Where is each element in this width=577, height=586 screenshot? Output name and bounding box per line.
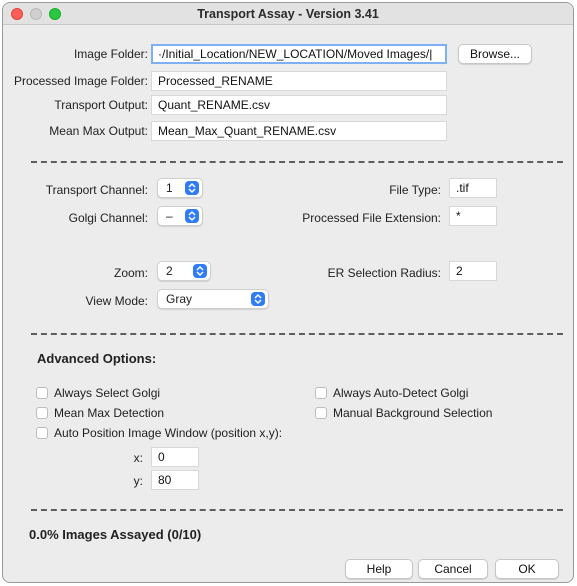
image-folder-input[interactable]: ·/Initial_Location/NEW_LOCATION/Moved Im…	[151, 44, 447, 64]
browse-button[interactable]: Browse...	[458, 44, 532, 64]
golgi-channel-value: –	[166, 209, 173, 223]
chevron-updown-icon	[185, 181, 199, 195]
checkbox-box[interactable]	[36, 387, 48, 399]
zoom-value: 2	[166, 264, 173, 278]
window-title: Transport Assay - Version 3.41	[197, 7, 379, 21]
section-divider	[31, 509, 563, 511]
image-folder-label: Image Folder:	[73, 47, 148, 61]
always-select-golgi-checkbox[interactable]: Always Select Golgi	[36, 386, 236, 402]
mean-max-detection-checkbox[interactable]: Mean Max Detection	[36, 406, 236, 422]
transport-output-input[interactable]: Quant_RENAME.csv	[151, 95, 447, 115]
y-position-label: y:	[133, 474, 143, 488]
y-position-input[interactable]: 80	[151, 470, 199, 490]
checkbox-label: Mean Max Detection	[54, 406, 165, 420]
checkbox-box[interactable]	[315, 407, 327, 419]
er-radius-input[interactable]: 2	[449, 261, 497, 281]
auto-position-checkbox[interactable]: Auto Position Image Window (position x,y…	[36, 426, 336, 442]
checkbox-box[interactable]	[36, 427, 48, 439]
chevron-updown-icon	[251, 292, 265, 306]
view-mode-value: Gray	[166, 292, 193, 306]
progress-status: 0.0% Images Assayed (0/10)	[29, 527, 202, 542]
manual-bg-selection-checkbox[interactable]: Manual Background Selection	[315, 406, 525, 422]
zoom-select[interactable]: 2	[157, 261, 211, 281]
chevron-updown-icon	[193, 264, 207, 278]
chevron-updown-icon	[185, 209, 199, 223]
golgi-channel-label: Golgi Channel:	[68, 211, 148, 225]
view-mode-label: View Mode:	[85, 294, 148, 308]
advanced-options-title: Advanced Options:	[37, 351, 157, 366]
checkbox-label: Manual Background Selection	[333, 406, 493, 420]
view-mode-select[interactable]: Gray	[157, 289, 269, 309]
checkbox-box[interactable]	[315, 387, 327, 399]
meanmax-output-input[interactable]: Mean_Max_Quant_RENAME.csv	[151, 121, 447, 141]
transport-channel-label: Transport Channel:	[45, 183, 148, 197]
processed-ext-label: Processed File Extension:	[302, 211, 441, 225]
golgi-channel-select[interactable]: –	[157, 206, 203, 226]
ok-button[interactable]: OK	[495, 559, 559, 579]
er-radius-label: ER Selection Radius:	[327, 266, 441, 280]
always-autodetect-golgi-checkbox[interactable]: Always Auto-Detect Golgi	[315, 386, 525, 402]
cancel-button[interactable]: Cancel	[418, 559, 488, 579]
zoom-label: Zoom:	[113, 266, 148, 280]
x-position-label: x:	[133, 451, 143, 465]
processed-folder-input[interactable]: Processed_RENAME	[151, 71, 447, 91]
section-divider	[31, 333, 563, 335]
transport-channel-select[interactable]: 1	[157, 178, 203, 198]
help-button[interactable]: Help	[345, 559, 413, 579]
transport-output-label: Transport Output:	[54, 98, 148, 112]
processed-ext-input[interactable]: *	[449, 206, 497, 226]
checkbox-label: Always Select Golgi	[54, 386, 161, 400]
title-bar: Transport Assay - Version 3.41	[3, 3, 573, 25]
file-type-input[interactable]: .tif	[449, 178, 497, 198]
section-divider	[31, 161, 563, 163]
app-window: Transport Assay - Version 3.41 Image Fol…	[2, 2, 574, 583]
checkbox-box[interactable]	[36, 407, 48, 419]
x-position-input[interactable]: 0	[151, 447, 199, 467]
checkbox-label: Auto Position Image Window (position x,y…	[54, 426, 283, 440]
checkbox-label: Always Auto-Detect Golgi	[333, 386, 469, 400]
file-type-label: File Type:	[389, 183, 441, 197]
processed-folder-label: Processed Image Folder:	[13, 74, 148, 88]
meanmax-output-label: Mean Max Output:	[49, 124, 148, 138]
transport-channel-value: 1	[166, 181, 173, 195]
